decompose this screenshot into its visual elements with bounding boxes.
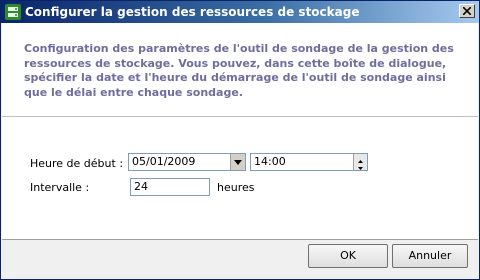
header-panel: Configuration des paramètres de l'outil … — [2, 23, 478, 117]
interval-unit: heures — [217, 181, 255, 194]
interval-input[interactable]: 24 — [130, 178, 210, 196]
interval-value: 24 — [134, 180, 148, 193]
start-time-value: 14:00 — [254, 155, 286, 168]
server-app-icon — [5, 4, 21, 20]
window-title: Configurer la gestion des ressources de … — [25, 5, 360, 19]
title-bar[interactable]: Configurer la gestion des ressources de … — [1, 1, 479, 23]
spin-up-button[interactable] — [354, 154, 367, 163]
chevron-down-icon — [234, 160, 242, 165]
start-time-field[interactable]: 14:00 — [250, 153, 368, 171]
ok-button[interactable]: OK — [308, 244, 388, 268]
start-date-picker[interactable]: 05/01/2009 — [128, 153, 246, 171]
start-time-label: Heure de début : — [30, 157, 124, 170]
time-spinner — [353, 154, 367, 170]
close-icon — [463, 7, 471, 15]
date-dropdown-button[interactable] — [230, 154, 245, 170]
spin-down-icon — [358, 167, 363, 170]
spin-down-button[interactable] — [354, 162, 367, 170]
form-panel: Heure de début : 05/01/2009 14:00 Interv… — [2, 117, 478, 240]
interval-label: Intervalle : — [30, 181, 90, 194]
start-date-value: 05/01/2009 — [132, 155, 196, 168]
cancel-button[interactable]: Annuler — [392, 244, 468, 268]
dialog-window: Configurer la gestion des ressources de … — [0, 0, 480, 280]
dialog-description: Configuration des paramètres de l'outil … — [24, 42, 454, 99]
close-button[interactable] — [459, 4, 475, 18]
button-bar: OK Annuler — [2, 240, 478, 278]
